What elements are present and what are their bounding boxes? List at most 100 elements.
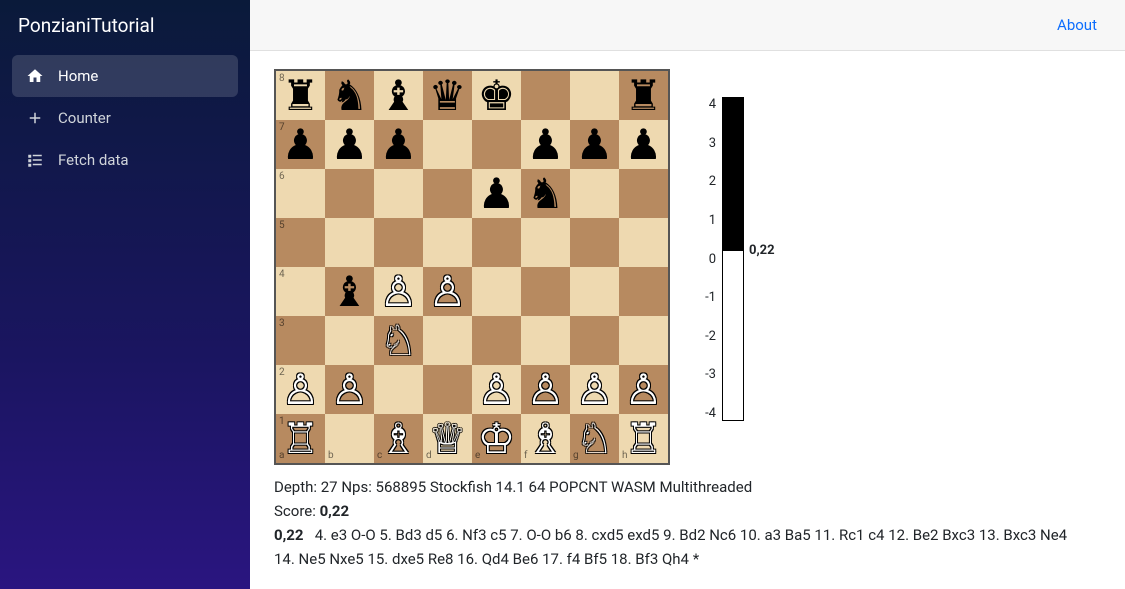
square-b8[interactable]: ♞ [325,71,374,120]
sidebar-item-counter[interactable]: Counter [12,97,238,139]
piece-b[interactable]: ♝ [380,75,418,117]
piece-p[interactable]: ♟ [576,124,614,166]
square-d2[interactable] [423,365,472,414]
square-d8[interactable]: ♛ [423,71,472,120]
piece-p[interactable]: ♟ [380,124,418,166]
piece-R[interactable]: ♖ [625,418,663,460]
square-e3[interactable] [472,316,521,365]
square-h5[interactable] [619,218,668,267]
square-a4[interactable]: 4 [276,267,325,316]
square-g5[interactable] [570,218,619,267]
piece-P[interactable]: ♙ [625,369,663,411]
square-b4[interactable]: ♝ [325,267,374,316]
square-d6[interactable] [423,169,472,218]
piece-N[interactable]: ♘ [380,320,418,362]
sidebar-item-fetch-data[interactable]: Fetch data [12,139,238,181]
piece-p[interactable]: ♟ [331,124,369,166]
square-c8[interactable]: ♝ [374,71,423,120]
square-a5[interactable]: 5 [276,218,325,267]
square-g7[interactable]: ♟ [570,120,619,169]
square-b1[interactable]: b [325,414,374,463]
piece-P[interactable]: ♙ [331,369,369,411]
piece-n[interactable]: ♞ [331,75,369,117]
square-a3[interactable]: 3 [276,316,325,365]
square-d1[interactable]: d♕ [423,414,472,463]
piece-K[interactable]: ♔ [478,418,516,460]
about-link[interactable]: About [1057,16,1097,34]
square-f7[interactable]: ♟ [521,120,570,169]
piece-B[interactable]: ♗ [380,418,418,460]
piece-p[interactable]: ♟ [478,173,516,215]
square-f8[interactable] [521,71,570,120]
square-c5[interactable] [374,218,423,267]
square-b5[interactable] [325,218,374,267]
square-g3[interactable] [570,316,619,365]
square-d4[interactable]: ♙ [423,267,472,316]
square-f3[interactable] [521,316,570,365]
square-a7[interactable]: 7♟ [276,120,325,169]
square-e1[interactable]: e♔ [472,414,521,463]
square-h3[interactable] [619,316,668,365]
square-d7[interactable] [423,120,472,169]
square-b7[interactable]: ♟ [325,120,374,169]
square-d5[interactable] [423,218,472,267]
piece-P[interactable]: ♙ [576,369,614,411]
square-g4[interactable] [570,267,619,316]
piece-k[interactable]: ♚ [478,75,516,117]
square-e8[interactable]: ♚ [472,71,521,120]
square-f4[interactable] [521,267,570,316]
piece-B[interactable]: ♗ [527,418,565,460]
piece-R[interactable]: ♖ [282,418,320,460]
square-f1[interactable]: f♗ [521,414,570,463]
square-e7[interactable] [472,120,521,169]
square-h8[interactable]: ♜ [619,71,668,120]
square-b2[interactable]: ♙ [325,365,374,414]
square-h6[interactable] [619,169,668,218]
piece-b[interactable]: ♝ [331,271,369,313]
square-e2[interactable]: ♙ [472,365,521,414]
piece-r[interactable]: ♜ [625,75,663,117]
square-c1[interactable]: c♗ [374,414,423,463]
piece-p[interactable]: ♟ [625,124,663,166]
square-d3[interactable] [423,316,472,365]
piece-P[interactable]: ♙ [478,369,516,411]
piece-n[interactable]: ♞ [527,173,565,215]
piece-Q[interactable]: ♕ [429,418,467,460]
square-a8[interactable]: 8♜ [276,71,325,120]
square-h7[interactable]: ♟ [619,120,668,169]
square-h4[interactable] [619,267,668,316]
square-c7[interactable]: ♟ [374,120,423,169]
square-c4[interactable]: ♙ [374,267,423,316]
square-g1[interactable]: g♘ [570,414,619,463]
square-c6[interactable] [374,169,423,218]
square-h2[interactable]: ♙ [619,365,668,414]
sidebar-item-home[interactable]: Home [12,55,238,97]
piece-r[interactable]: ♜ [282,75,320,117]
square-e5[interactable] [472,218,521,267]
piece-P[interactable]: ♙ [282,369,320,411]
square-b3[interactable] [325,316,374,365]
square-a2[interactable]: 2♙ [276,365,325,414]
piece-p[interactable]: ♟ [527,124,565,166]
square-e6[interactable]: ♟ [472,169,521,218]
square-g8[interactable] [570,71,619,120]
piece-P[interactable]: ♙ [429,271,467,313]
square-f5[interactable] [521,218,570,267]
square-e4[interactable] [472,267,521,316]
square-a6[interactable]: 6 [276,169,325,218]
square-g2[interactable]: ♙ [570,365,619,414]
square-c3[interactable]: ♘ [374,316,423,365]
square-c2[interactable] [374,365,423,414]
square-f6[interactable]: ♞ [521,169,570,218]
square-f2[interactable]: ♙ [521,365,570,414]
piece-P[interactable]: ♙ [380,271,418,313]
square-g6[interactable] [570,169,619,218]
piece-p[interactable]: ♟ [282,124,320,166]
square-a1[interactable]: 1a♖ [276,414,325,463]
piece-N[interactable]: ♘ [576,418,614,460]
square-b6[interactable] [325,169,374,218]
chessboard[interactable]: 8♜♞♝♛♚♜7♟♟♟♟♟♟6♟♞54♝♙♙3♘2♙♙♙♙♙♙1a♖bc♗d♕e… [274,69,670,465]
square-h1[interactable]: h♖ [619,414,668,463]
piece-q[interactable]: ♛ [429,75,467,117]
piece-P[interactable]: ♙ [527,369,565,411]
